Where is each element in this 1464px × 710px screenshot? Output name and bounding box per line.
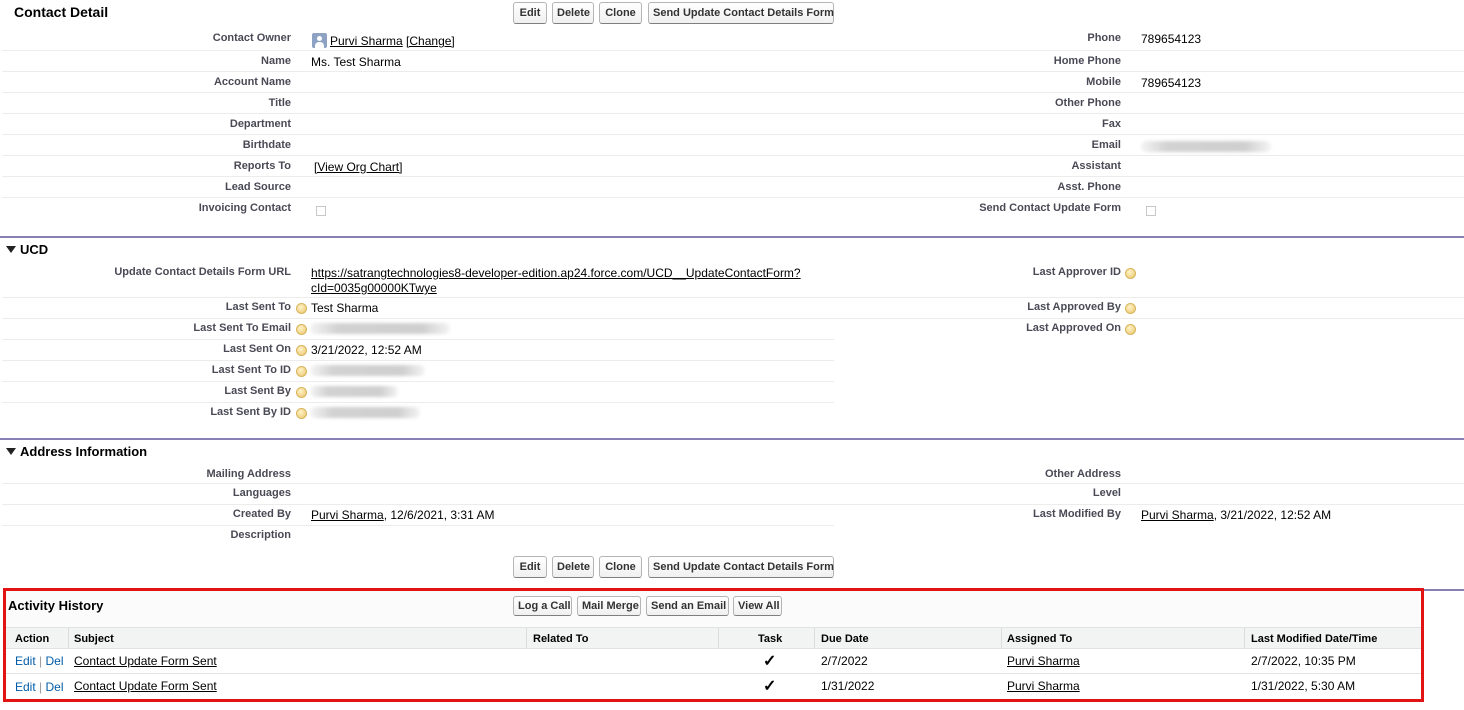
help-bubble-icon[interactable] <box>296 324 307 335</box>
created-by-link[interactable]: Purvi Sharma <box>311 508 384 522</box>
field-label-reports-to: Reports To <box>233 160 291 172</box>
field-label-last-sent-on: Last Sent On <box>223 343 291 355</box>
help-bubble-icon[interactable] <box>296 387 307 398</box>
ucd-section-divider <box>0 236 1464 238</box>
contact-detail-header: Contact Detail Edit Delete Clone Send Up… <box>0 0 1464 26</box>
ucd-section-header[interactable]: UCD <box>6 242 48 257</box>
delete-button-bottom[interactable]: Delete <box>552 556 594 578</box>
field-label-invoicing-contact: Invoicing Contact <box>198 202 291 214</box>
address-section-header[interactable]: Address Information <box>6 444 147 459</box>
field-label-email: Email <box>1091 139 1121 151</box>
activity-section-divider <box>1424 589 1464 591</box>
field-label-title: Title <box>268 97 291 109</box>
last-sent-by-id-redacted <box>310 407 420 418</box>
help-bubble-icon[interactable] <box>296 366 307 377</box>
last-sent-to-id-redacted <box>310 365 425 376</box>
contact-owner-value: Purvi Sharma [Change] <box>330 34 455 48</box>
field-label-contact-owner: Contact Owner <box>212 32 291 44</box>
send-contact-update-form-checkbox <box>1146 206 1156 216</box>
name-value: Ms. Test Sharma <box>311 55 401 69</box>
triangle-down-icon <box>6 246 16 253</box>
view-org-chart-link[interactable]: [View Org Chart] <box>314 160 402 174</box>
field-label-home-phone: Home Phone <box>1053 55 1121 67</box>
page-title: Contact Detail <box>14 4 109 20</box>
field-label-last-approver-id: Last Approver ID <box>1032 266 1121 278</box>
invoicing-contact-checkbox <box>316 206 326 216</box>
field-label-other-phone: Other Phone <box>1054 97 1121 109</box>
last-modified-by-value: Purvi Sharma, 3/21/2022, 12:52 AM <box>1141 508 1332 522</box>
field-label-created-by: Created By <box>232 508 291 520</box>
user-avatar-icon <box>312 33 327 48</box>
field-label-mailing-address: Mailing Address <box>206 468 291 480</box>
last-sent-on-value: 3/21/2022, 12:52 AM <box>311 343 422 357</box>
field-label-asst-phone: Asst. Phone <box>1057 181 1121 193</box>
send-update-form-button-bottom[interactable]: Send Update Contact Details Form <box>648 556 834 578</box>
field-label-department: Department <box>229 118 291 130</box>
phone-value: 789654123 <box>1141 32 1202 46</box>
last-sent-to-value: Test Sharma <box>311 301 379 315</box>
field-label-birthdate: Birthdate <box>242 139 291 151</box>
triangle-down-icon <box>6 448 16 455</box>
email-value-redacted <box>1141 141 1271 152</box>
change-owner-link[interactable]: [Change] <box>406 34 455 48</box>
field-label-last-sent-to: Last Sent To <box>225 301 291 313</box>
field-label-last-sent-by: Last Sent By <box>224 385 291 397</box>
form-url-link[interactable]: https://satrangtechnologies8-developer-e… <box>311 266 801 296</box>
field-label-last-approved-by: Last Approved By <box>1027 301 1121 313</box>
delete-button[interactable]: Delete <box>552 2 594 24</box>
field-label-level: Level <box>1092 487 1121 499</box>
help-bubble-icon[interactable] <box>296 303 307 314</box>
help-bubble-icon[interactable] <box>1125 324 1136 335</box>
last-sent-to-email-redacted <box>310 323 450 334</box>
help-bubble-icon[interactable] <box>296 345 307 356</box>
field-label-languages: Languages <box>232 487 291 499</box>
help-bubble-icon[interactable] <box>296 408 307 419</box>
contact-owner-link[interactable]: Purvi Sharma <box>330 34 403 48</box>
field-label-assistant: Assistant <box>1071 160 1121 172</box>
address-section-divider <box>0 438 1464 440</box>
mobile-value: 789654123 <box>1141 76 1202 90</box>
field-label-account-name: Account Name <box>213 76 291 88</box>
last-sent-by-redacted <box>310 386 398 397</box>
edit-button[interactable]: Edit <box>513 2 547 24</box>
field-label-last-sent-to-email: Last Sent To Email <box>193 322 291 334</box>
clone-button-bottom[interactable]: Clone <box>599 556 642 578</box>
last-modified-by-link[interactable]: Purvi Sharma <box>1141 508 1214 522</box>
field-label-send-contact-update-form: Send Contact Update Form <box>979 202 1121 214</box>
field-label-lead-source: Lead Source <box>224 181 291 193</box>
field-label-description: Description <box>230 529 291 541</box>
field-label-last-modified-by: Last Modified By <box>1032 508 1121 520</box>
field-label-phone: Phone <box>1087 32 1121 44</box>
field-label-last-approved-on: Last Approved On <box>1026 322 1121 334</box>
help-bubble-icon[interactable] <box>1125 268 1136 279</box>
field-label-name: Name <box>261 55 291 67</box>
field-label-other-address: Other Address <box>1044 468 1121 480</box>
field-label-mobile: Mobile <box>1086 76 1121 88</box>
send-update-form-button[interactable]: Send Update Contact Details Form <box>648 2 834 24</box>
field-label-last-sent-to-id: Last Sent To ID <box>211 364 291 376</box>
created-by-value: Purvi Sharma, 12/6/2021, 3:31 AM <box>311 508 495 522</box>
field-label-fax: Fax <box>1102 118 1121 130</box>
field-label-form-url: Update Contact Details Form URL <box>114 266 291 278</box>
clone-button[interactable]: Clone <box>599 2 642 24</box>
highlight-box <box>3 588 1424 702</box>
field-label-last-sent-by-id: Last Sent By ID <box>210 406 291 418</box>
edit-button-bottom[interactable]: Edit <box>513 556 547 578</box>
help-bubble-icon[interactable] <box>1125 303 1136 314</box>
